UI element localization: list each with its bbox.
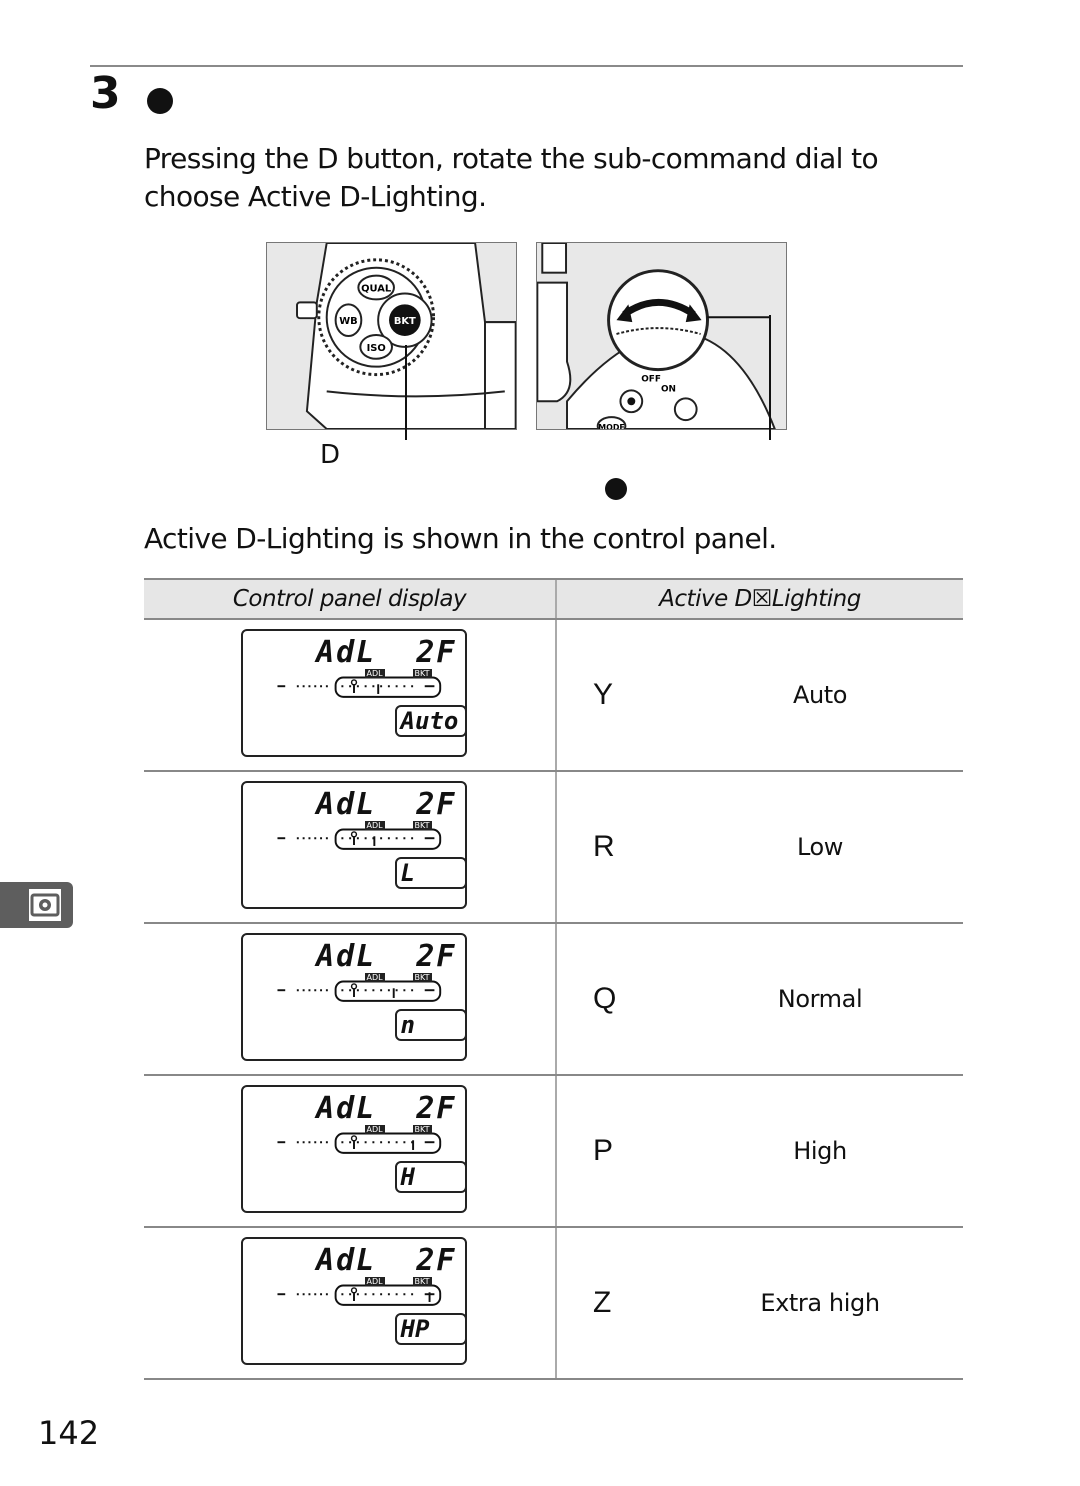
lcd-adl-value: Auto (394, 704, 467, 737)
lcd-adl-value: H (394, 1160, 467, 1193)
table-row: AdL 2F ADL BKT HP Z Extra high (144, 1227, 963, 1380)
qual-button-label: QUAL (361, 283, 392, 294)
table-header-row: Control panel display Active D☒Lighting (144, 578, 963, 620)
camera-illustration-left: QUAL WB BKT ISO (266, 242, 517, 430)
lcd-adl-tag: ADL (364, 820, 385, 830)
adl-setting-cell: R Low (555, 771, 963, 924)
lcd-cell: AdL 2F ADL BKT HP (144, 1227, 556, 1380)
bkt-button-label: BKT (394, 316, 416, 327)
top-rule (90, 65, 963, 67)
control-panel-lcd: AdL 2F ADL BKT H (240, 1084, 467, 1213)
table-row: AdL 2F ADL BKT Auto Y Auto (144, 619, 963, 772)
sub-command-dial-callout-icon (605, 478, 627, 500)
lcd-adl-tag: ADL (364, 1124, 385, 1134)
bkt-button-callout-label: D (320, 440, 341, 470)
adl-setting-label: Auto (792, 681, 848, 709)
adl-setting-label: Low (796, 833, 844, 861)
table-row: AdL 2F ADL BKT n Q Normal (144, 923, 963, 1076)
lcd-adl-tag: ADL (364, 1276, 385, 1286)
control-panel-lcd: AdL 2F ADL BKT HP (240, 1236, 467, 1365)
lcd-top-readout: AdL 2F (316, 1242, 457, 1278)
header-control-panel-display: Control panel display (144, 578, 556, 620)
step-bullet-icon (147, 88, 173, 114)
lcd-cell: AdL 2F ADL BKT n (144, 923, 556, 1076)
lcd-cell: AdL 2F ADL BKT H (144, 1075, 556, 1228)
callout-line-right (769, 315, 771, 440)
adl-setting-cell: Z Extra high (555, 1227, 963, 1380)
lcd-top-readout: AdL 2F (316, 786, 457, 822)
lcd-bkt-tag: BKT (412, 668, 432, 678)
control-panel-lcd: AdL 2F ADL BKT L (240, 780, 467, 909)
table-row: AdL 2F ADL BKT L R Low (144, 771, 963, 924)
adl-setting-label: Extra high (760, 1289, 880, 1317)
lcd-top-readout: AdL 2F (316, 938, 457, 974)
step-instruction: Pressing the D button, rotate the sub-co… (144, 142, 879, 213)
lcd-adl-value: HP (394, 1312, 467, 1345)
section-side-tab[interactable] (0, 882, 73, 928)
lcd-adl-value: n (394, 1008, 467, 1041)
page-number: 142 (38, 1414, 100, 1452)
adl-table: Control panel display Active D☒Lighting … (144, 578, 963, 1380)
lcd-bkt-tag: BKT (412, 820, 432, 830)
adl-setting-cell: Q Normal (555, 923, 963, 1076)
off-label: OFF (641, 375, 661, 385)
lcd-cell: AdL 2F ADL BKT Auto (144, 619, 556, 772)
lcd-adl-tag: ADL (364, 972, 385, 982)
lcd-cell: AdL 2F ADL BKT L (144, 771, 556, 924)
caption: Active D-Lighting is shown in the contro… (144, 522, 777, 555)
control-panel-lcd: AdL 2F ADL BKT Auto (240, 628, 467, 757)
adl-setting-cell: Y Auto (555, 619, 963, 772)
lcd-bkt-tag: BKT (412, 1276, 432, 1286)
lcd-bkt-tag: BKT (412, 1124, 432, 1134)
header-active-d-lighting: Active D☒Lighting (555, 578, 963, 620)
adl-setting-cell: P High (555, 1075, 963, 1228)
sub-command-dial-illustration: MODE OFF ON (537, 243, 776, 429)
adl-setting-label: Normal (777, 985, 863, 1013)
lcd-adl-value: L (394, 856, 467, 889)
control-panel-lcd: AdL 2F ADL BKT n (240, 932, 467, 1061)
wb-button-label: WB (339, 316, 357, 327)
table-row: AdL 2F ADL BKT H P High (144, 1075, 963, 1228)
lcd-top-readout: AdL 2F (316, 634, 457, 670)
callout-line-left (405, 345, 407, 440)
metering-icon (29, 889, 61, 921)
step-number: 3 (90, 68, 121, 119)
mode-button-label: MODE (598, 423, 625, 429)
on-label: ON (661, 384, 676, 394)
bkt-button-illustration: QUAL WB BKT ISO (296, 243, 516, 429)
camera-illustration-right: MODE OFF ON (536, 242, 787, 430)
adl-setting-label: High (793, 1137, 847, 1165)
lcd-bkt-tag: BKT (412, 972, 432, 982)
lcd-adl-tag: ADL (364, 668, 385, 678)
lcd-top-readout: AdL 2F (316, 1090, 457, 1126)
iso-button-label: ISO (367, 343, 386, 354)
